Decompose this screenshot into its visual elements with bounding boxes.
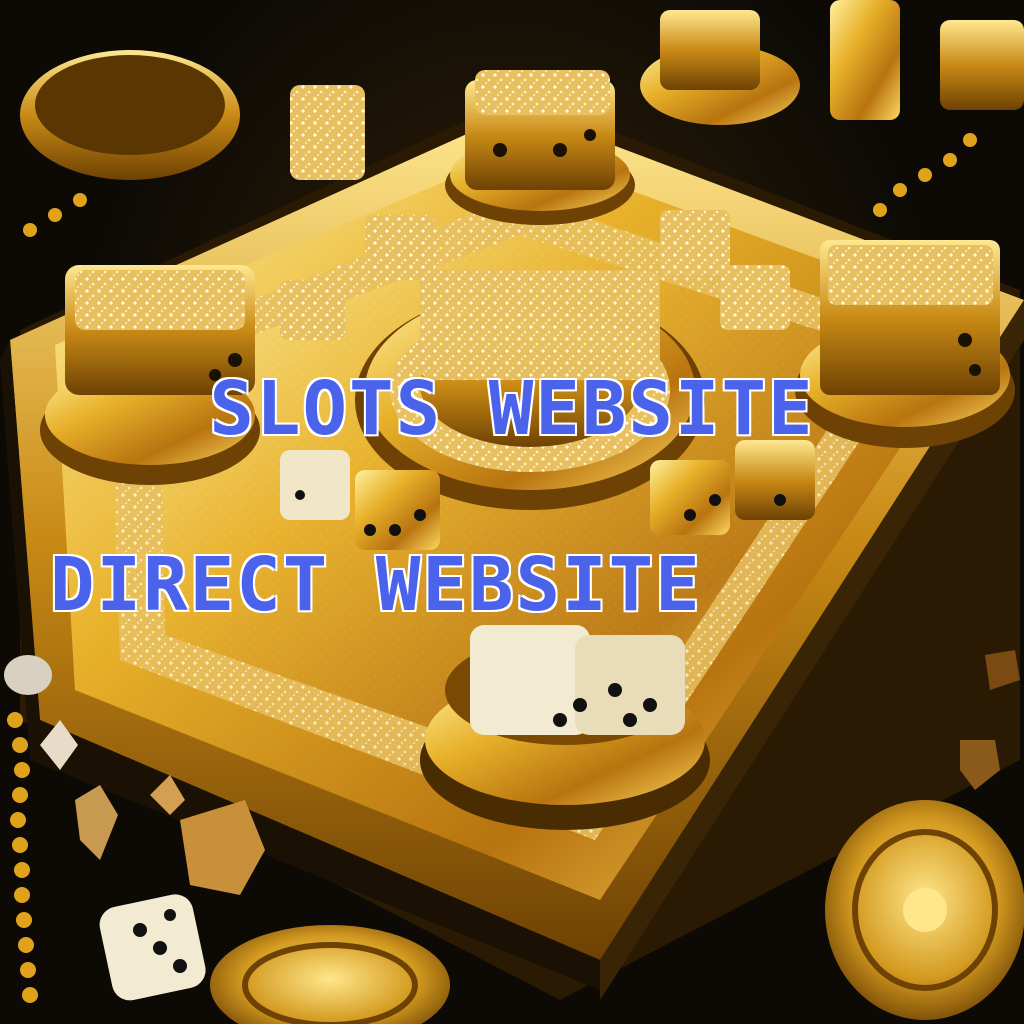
pedestal-top	[445, 70, 635, 225]
ivory-die	[99, 894, 206, 1001]
scene: SLOTS WEBSITE DIRECT WEBSITE	[0, 0, 1024, 1024]
headline-direct-website: DIRECT WEBSITE	[49, 542, 702, 628]
headline-slots-website: SLOTS WEBSITE	[208, 366, 815, 452]
gold-dice-board-illustration	[0, 0, 1024, 1024]
